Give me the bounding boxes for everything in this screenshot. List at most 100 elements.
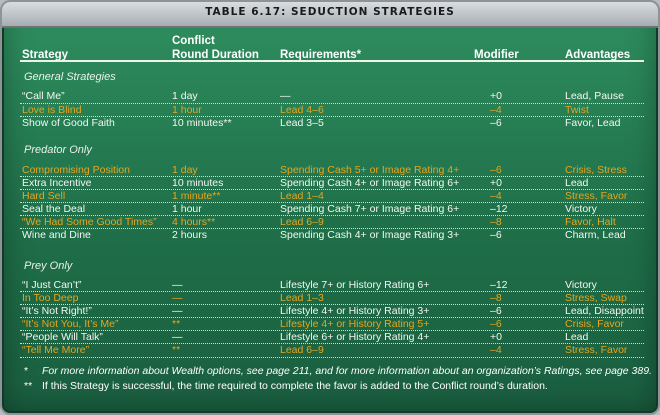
section-prey: Prey Only	[24, 260, 73, 272]
cell-duration: 10 minutes**	[172, 117, 232, 129]
cell-advantages: Lead, Pause	[565, 90, 624, 102]
cell-requirements: Lead 1–4	[280, 190, 324, 202]
footnote-1-mark: *	[24, 365, 29, 377]
table-panel: TABLE 6.17: SEDUCTION STRATEGIES Strateg…	[0, 0, 660, 415]
cell-duration: 1 hour	[172, 203, 202, 215]
table-row: “We Had Some Good Times” 4 hours** Lead …	[20, 216, 644, 228]
title-bar: TABLE 6.17: SEDUCTION STRATEGIES	[2, 2, 658, 28]
cell-duration: 1 day	[172, 164, 198, 176]
cell-strategy: Show of Good Faith	[22, 117, 115, 129]
table-row: Seal the Deal 1 hour Spending Cash 7+ or…	[20, 203, 644, 215]
cell-duration: 1 hour	[172, 104, 202, 116]
cell-modifier: +0	[490, 90, 502, 102]
cell-duration: —	[172, 279, 183, 291]
header-divider	[20, 60, 644, 62]
cell-strategy: “We Had Some Good Times”	[22, 216, 157, 228]
cell-advantages: Favor, Halt	[565, 216, 616, 228]
table-row: “People Will Talk” — Lifestyle 6+ or His…	[20, 331, 644, 343]
cell-modifier: –8	[490, 292, 502, 304]
cell-requirements: Spending Cash 5+ or Image Rating 4+	[280, 164, 460, 176]
cell-strategy: “It’s Not You, It’s Me”	[22, 318, 119, 330]
cell-requirements: Spending Cash 7+ or Image Rating 6+	[280, 203, 460, 215]
cell-modifier: –6	[490, 318, 502, 330]
cell-duration: —	[172, 331, 183, 343]
cell-requirements: Lead 6–9	[280, 216, 324, 228]
header-duration-line1: Conflict	[172, 35, 215, 47]
cell-modifier: –8	[490, 216, 502, 228]
cell-modifier: –4	[490, 344, 502, 356]
cell-advantages: Victory	[565, 203, 597, 215]
cell-modifier: –6	[490, 117, 502, 129]
table-row: “I Just Can’t” — Lifestyle 7+ or History…	[20, 279, 644, 291]
cell-advantages: Victory	[565, 279, 597, 291]
cell-modifier: +0	[490, 177, 502, 189]
table-title: TABLE 6.17: SEDUCTION STRATEGIES	[205, 6, 455, 18]
table-row: Hard Sell 1 minute** Lead 1–4 –4 Stress,…	[20, 190, 644, 202]
section-general: General Strategies	[24, 71, 116, 83]
cell-modifier: –12	[490, 279, 508, 291]
cell-strategy: Hard Sell	[22, 190, 66, 202]
cell-strategy: Seal the Deal	[22, 203, 86, 215]
cell-requirements: Lifestyle 4+ or History Rating 5+	[280, 318, 430, 330]
cell-strategy: “It’s Not Right!”	[22, 305, 92, 317]
cell-modifier: –6	[490, 164, 502, 176]
table-row: “It’s Not You, It’s Me” ** Lifestyle 4+ …	[20, 318, 644, 330]
cell-requirements: Lead 1–3	[280, 292, 324, 304]
cell-modifier: –6	[490, 229, 502, 241]
cell-advantages: Stress, Favor	[565, 190, 628, 202]
table-row: Love is Blind 1 hour Lead 4–6 –4 Twist	[20, 104, 644, 116]
cell-requirements: Lead 4–6	[280, 104, 324, 116]
section-predator: Predator Only	[24, 144, 92, 156]
cell-duration: **	[172, 318, 181, 330]
cell-strategy: Wine and Dine	[22, 229, 91, 241]
table-row: “Call Me” 1 day — +0 Lead, Pause	[20, 90, 644, 102]
cell-advantages: Stress, Swap	[565, 292, 627, 304]
cell-duration: 1 day	[172, 90, 198, 102]
cell-requirements: Spending Cash 4+ or Image Rating 3+	[280, 229, 460, 241]
cell-duration: **	[172, 344, 181, 356]
footnote-2-mark: **	[24, 380, 33, 392]
table-row: In Too Deep — Lead 1–3 –8 Stress, Swap	[20, 292, 644, 304]
cell-duration: 4 hours**	[172, 216, 216, 228]
cell-strategy: Compromising Position	[22, 164, 130, 176]
cell-modifier: +0	[490, 331, 502, 343]
cell-strategy: Love is Blind	[22, 104, 82, 116]
table-row: Show of Good Faith 10 minutes** Lead 3–5…	[20, 117, 644, 129]
footnote-1-text: For more information about Wealth option…	[42, 365, 652, 377]
cell-advantages: Crisis, Stress	[565, 164, 627, 176]
footnote-2: ** If this Strategy is successful, the ti…	[24, 380, 548, 392]
row-divider	[20, 357, 644, 358]
cell-advantages: Favor, Lead	[565, 117, 621, 129]
cell-modifier: –4	[490, 104, 502, 116]
cell-duration: 10 minutes	[172, 177, 224, 189]
cell-strategy: “I Just Can’t”	[22, 279, 82, 291]
cell-requirements: Lead 6–9	[280, 344, 324, 356]
cell-requirements: Lifestyle 7+ or History Rating 6+	[280, 279, 430, 291]
cell-advantages: Lead	[565, 177, 589, 189]
cell-advantages: Stress, Favor	[565, 344, 628, 356]
cell-duration: 2 hours	[172, 229, 208, 241]
cell-strategy: “Tell Me More”	[22, 344, 90, 356]
cell-strategy: In Too Deep	[22, 292, 79, 304]
cell-duration: 1 minute**	[172, 190, 221, 202]
table-row: “Tell Me More” ** Lead 6–9 –4 Stress, Fa…	[20, 344, 644, 356]
cell-modifier: –6	[490, 305, 502, 317]
cell-duration: —	[172, 292, 183, 304]
cell-modifier: –4	[490, 190, 502, 202]
cell-strategy: “People Will Talk”	[22, 331, 103, 343]
table-row: Wine and Dine 2 hours Spending Cash 4+ o…	[20, 229, 644, 241]
table-row: Compromising Position 1 day Spending Cas…	[20, 164, 644, 176]
cell-requirements: Lifestyle 4+ or History Rating 3+	[280, 305, 430, 317]
cell-requirements: Spending Cash 4+ or Image Rating 6+	[280, 177, 460, 189]
footnote-2-text: If this Strategy is successful, the time…	[42, 380, 548, 392]
footnote-1: * For more information about Wealth optio…	[24, 365, 652, 377]
cell-requirements: Lifestyle 6+ or History Rating 4+	[280, 331, 430, 343]
cell-strategy: Extra Incentive	[22, 177, 92, 189]
cell-advantages: Lead	[565, 331, 589, 343]
cell-strategy: “Call Me”	[22, 90, 65, 102]
table-row: “It’s Not Right!” — Lifestyle 4+ or Hist…	[20, 305, 644, 317]
cell-advantages: Twist	[565, 104, 589, 116]
cell-requirements: Lead 3–5	[280, 117, 324, 129]
cell-modifier: –12	[490, 203, 508, 215]
cell-advantages: Lead, Disappoint	[565, 305, 644, 317]
